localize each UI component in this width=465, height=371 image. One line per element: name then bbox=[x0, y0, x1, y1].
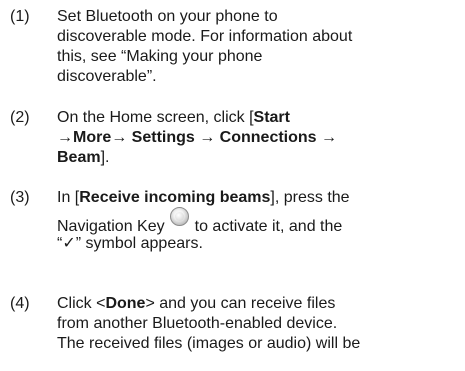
step-line: Navigation Key to activate it, and the bbox=[57, 207, 457, 235]
step-line: from another Bluetooth-enabled device. bbox=[57, 315, 338, 332]
step-text: Set Bluetooth on your phone to discovera… bbox=[57, 7, 457, 87]
step-line: Set Bluetooth on your phone to bbox=[57, 8, 278, 25]
step-line: “✓” symbol appears. bbox=[57, 235, 203, 252]
step-text-segment: > and you can receive files bbox=[145, 295, 336, 312]
step-line: In [Receive incoming beams], press the bbox=[57, 188, 457, 208]
step-text-segment: On the Home screen, click [ bbox=[57, 109, 254, 126]
step-line: The received files (images or audio) wil… bbox=[57, 335, 361, 352]
step-text: Click <Done> and you can receive files f… bbox=[57, 294, 457, 354]
step-number: (2) bbox=[10, 109, 30, 126]
step-text-segment: to activate it, and the bbox=[194, 218, 343, 235]
step-text-segment: ]. bbox=[100, 149, 110, 166]
step-text-segment: Click < bbox=[57, 295, 106, 312]
step-text-segment: Navigation Key bbox=[57, 218, 165, 235]
navigation-key-icon bbox=[169, 207, 189, 226]
step-line: discoverable mode. For information about bbox=[57, 28, 353, 45]
step-line: On the Home screen, click [Start bbox=[57, 108, 457, 128]
setting-name: Receive incoming beams bbox=[79, 189, 271, 206]
step-line: Beam]. bbox=[57, 148, 457, 168]
menu-path: →More→ Settings → Connections → bbox=[57, 129, 338, 146]
step-number: (4) bbox=[10, 295, 30, 312]
step-number: (1) bbox=[10, 8, 30, 25]
menu-path-end: Beam bbox=[57, 149, 101, 166]
step-text-segment: ], press the bbox=[270, 189, 350, 206]
step-text: On the Home screen, click [Start →More→ … bbox=[57, 108, 457, 168]
step-line: this, see “Making your phone bbox=[57, 48, 263, 65]
step-text-segment: In [ bbox=[57, 189, 80, 206]
step-number: (3) bbox=[10, 189, 30, 206]
step-text: In [Receive incoming beams], press the N… bbox=[57, 188, 457, 254]
step-line: discoverable”. bbox=[57, 68, 157, 85]
menu-path-start: Start bbox=[253, 109, 290, 126]
step-line: Click <Done> and you can receive files bbox=[57, 294, 457, 314]
done-label: Done bbox=[105, 295, 146, 312]
